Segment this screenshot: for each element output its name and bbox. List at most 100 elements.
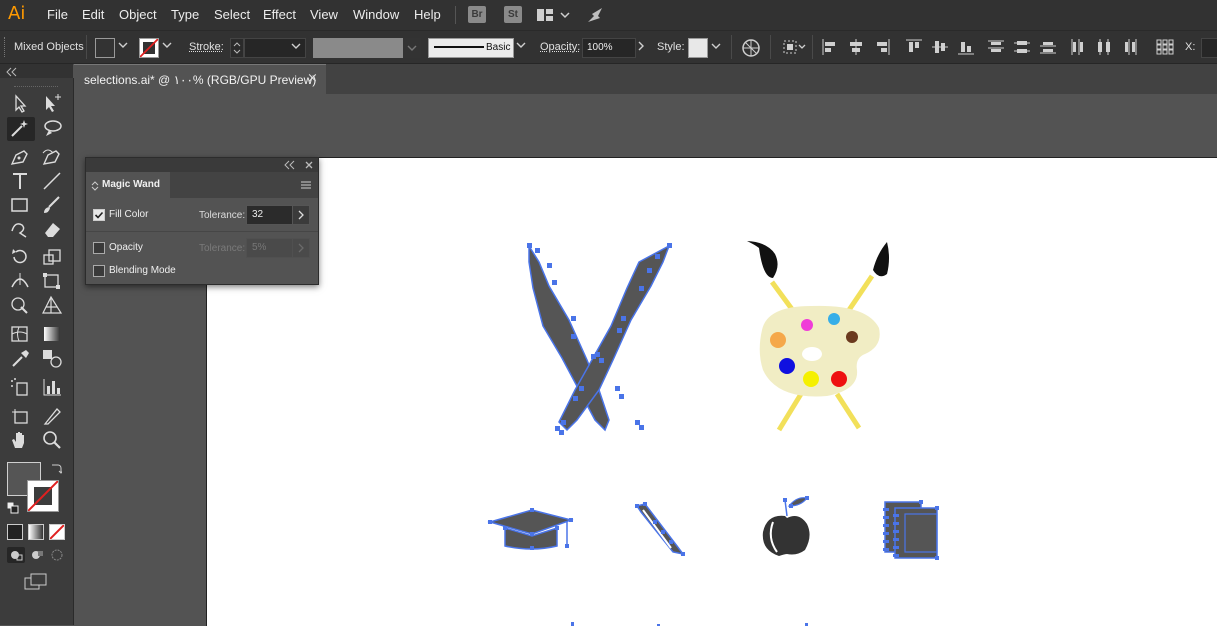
close-tab-icon[interactable]: × <box>307 71 318 86</box>
transform-reference-point-icon[interactable] <box>1156 39 1174 55</box>
profile-dropdown-icon[interactable] <box>403 38 421 58</box>
eraser-tool-icon[interactable] <box>41 219 65 241</box>
notebooks-selected[interactable] <box>883 500 939 560</box>
shaper-tool-icon[interactable] <box>9 219 33 241</box>
stroke-swatch[interactable] <box>139 38 159 58</box>
opacity-label[interactable]: Opacity: <box>540 41 580 53</box>
stroke-label[interactable]: Stroke: <box>189 41 224 53</box>
shape-builder-tool-icon[interactable] <box>9 295 33 317</box>
eyedropper-tool-icon[interactable] <box>9 348 33 370</box>
fill-color-checkbox[interactable] <box>93 209 105 221</box>
vertical-align-bottom-icon[interactable] <box>958 39 974 55</box>
style-dropdown-icon[interactable] <box>711 42 721 55</box>
collapse-panel-icon[interactable] <box>284 160 296 170</box>
vertical-align-center-icon[interactable] <box>932 39 948 55</box>
blending-mode-checkbox[interactable] <box>93 265 105 277</box>
align-to-selection-icon[interactable] <box>782 38 808 59</box>
menu-window[interactable]: Window <box>353 7 399 22</box>
fill-dropdown-icon[interactable] <box>118 40 128 53</box>
lasso-tool-icon[interactable] <box>41 118 65 140</box>
tab-expand-icon[interactable] <box>91 180 99 192</box>
fill-tolerance-field[interactable]: 32 <box>246 205 294 225</box>
fill-swatch[interactable] <box>95 38 115 58</box>
brush-definition-field[interactable]: Basic <box>428 38 514 58</box>
panel-menu-icon[interactable] <box>300 180 312 193</box>
rectangle-tool-icon[interactable] <box>9 195 33 217</box>
opacity-checkbox[interactable] <box>93 242 105 254</box>
vertical-distribute-bottom-icon[interactable] <box>1040 39 1056 55</box>
slice-tool-icon[interactable] <box>41 406 65 428</box>
draw-normal-icon[interactable] <box>7 547 25 563</box>
close-panel-icon[interactable] <box>304 160 314 170</box>
blend-tool-icon[interactable] <box>41 348 65 370</box>
rotate-tool-icon[interactable] <box>9 247 33 269</box>
horizontal-align-right-icon[interactable] <box>874 39 890 55</box>
magic-wand-tab[interactable]: Magic Wand <box>86 172 170 199</box>
stock-button[interactable]: St <box>504 6 522 23</box>
scale-tool-icon[interactable] <box>41 247 65 269</box>
menu-select[interactable]: Select <box>214 7 250 22</box>
default-fill-stroke-icon[interactable] <box>6 501 19 517</box>
none-mode-icon[interactable] <box>49 524 65 540</box>
x-position-field[interactable] <box>1201 38 1217 58</box>
magic-wand-tool-icon[interactable] <box>9 118 33 140</box>
symbol-sprayer-tool-icon[interactable] <box>9 377 33 399</box>
artboard-tool-icon[interactable] <box>9 406 33 428</box>
stroke-weight-dropdown-icon[interactable] <box>291 42 301 55</box>
width-tool-icon[interactable] <box>9 271 33 293</box>
collapse-toolbar-icon[interactable] <box>4 66 20 78</box>
horizontal-distribute-center-icon[interactable] <box>1096 39 1112 55</box>
column-graph-tool-icon[interactable] <box>41 377 65 399</box>
crossed-brushes-selected[interactable] <box>527 243 672 435</box>
apple-selected[interactable] <box>762 496 810 556</box>
graphic-style-swatch[interactable] <box>688 38 708 58</box>
menu-type[interactable]: Type <box>171 7 199 22</box>
brush-dropdown-icon[interactable] <box>515 40 527 55</box>
variable-width-profile[interactable] <box>313 38 403 58</box>
draw-inside-icon[interactable] <box>49 547 67 566</box>
control-bar-grip[interactable] <box>4 37 7 57</box>
menu-file[interactable]: File <box>47 7 68 22</box>
paintbrush-tool-icon[interactable] <box>41 195 65 217</box>
pen-tool-icon[interactable] <box>9 147 33 169</box>
pencil-selected[interactable] <box>635 502 685 556</box>
menu-edit[interactable]: Edit <box>82 7 104 22</box>
artboard[interactable] <box>206 157 1217 626</box>
line-segment-tool-icon[interactable] <box>41 171 65 193</box>
menu-effect[interactable]: Effect <box>263 7 296 22</box>
perspective-grid-tool-icon[interactable] <box>41 295 65 317</box>
zoom-tool-icon[interactable] <box>41 430 65 452</box>
panel-titlebar[interactable] <box>86 158 318 172</box>
curvature-tool-icon[interactable] <box>41 147 65 169</box>
vertical-distribute-center-icon[interactable] <box>1014 39 1030 55</box>
fill-tolerance-arrow-icon[interactable] <box>292 205 310 225</box>
horizontal-align-left-icon[interactable] <box>822 39 838 55</box>
opacity-field[interactable]: 100% <box>582 38 636 58</box>
gpu-performance-icon[interactable] <box>586 6 606 27</box>
menu-object[interactable]: Object <box>119 7 157 22</box>
horizontal-distribute-right-icon[interactable] <box>1122 39 1138 55</box>
menu-view[interactable]: View <box>310 7 338 22</box>
draw-behind-icon[interactable] <box>28 547 46 566</box>
free-transform-tool-icon[interactable] <box>41 271 65 293</box>
vertical-distribute-top-icon[interactable] <box>988 39 1004 55</box>
stroke-weight-stepper[interactable] <box>230 38 244 58</box>
document-tab[interactable]: selections.ai* @ ١٠٠% (RGB/GPU Preview) … <box>74 64 326 94</box>
graduation-cap-selected[interactable] <box>487 508 574 550</box>
opacity-arrow-icon[interactable] <box>636 40 646 55</box>
vertical-align-top-icon[interactable] <box>906 39 922 55</box>
gradient-mode-icon[interactable] <box>28 524 44 540</box>
menu-help[interactable]: Help <box>414 7 441 22</box>
stroke-color-swatch[interactable] <box>27 480 59 512</box>
type-tool-icon[interactable] <box>9 171 33 193</box>
direct-selection-tool-icon[interactable] <box>41 94 65 116</box>
swap-fill-stroke-icon[interactable] <box>50 462 64 477</box>
horizontal-distribute-left-icon[interactable] <box>1070 39 1086 55</box>
horizontal-align-center-icon[interactable] <box>848 39 864 55</box>
change-screen-mode-icon[interactable] <box>24 573 48 594</box>
color-mode-icon[interactable] <box>7 524 23 540</box>
selection-tool-icon[interactable] <box>9 94 33 116</box>
stroke-dropdown-icon[interactable] <box>162 40 172 53</box>
hand-tool-icon[interactable] <box>9 430 33 452</box>
gradient-tool-icon[interactable] <box>41 324 65 346</box>
